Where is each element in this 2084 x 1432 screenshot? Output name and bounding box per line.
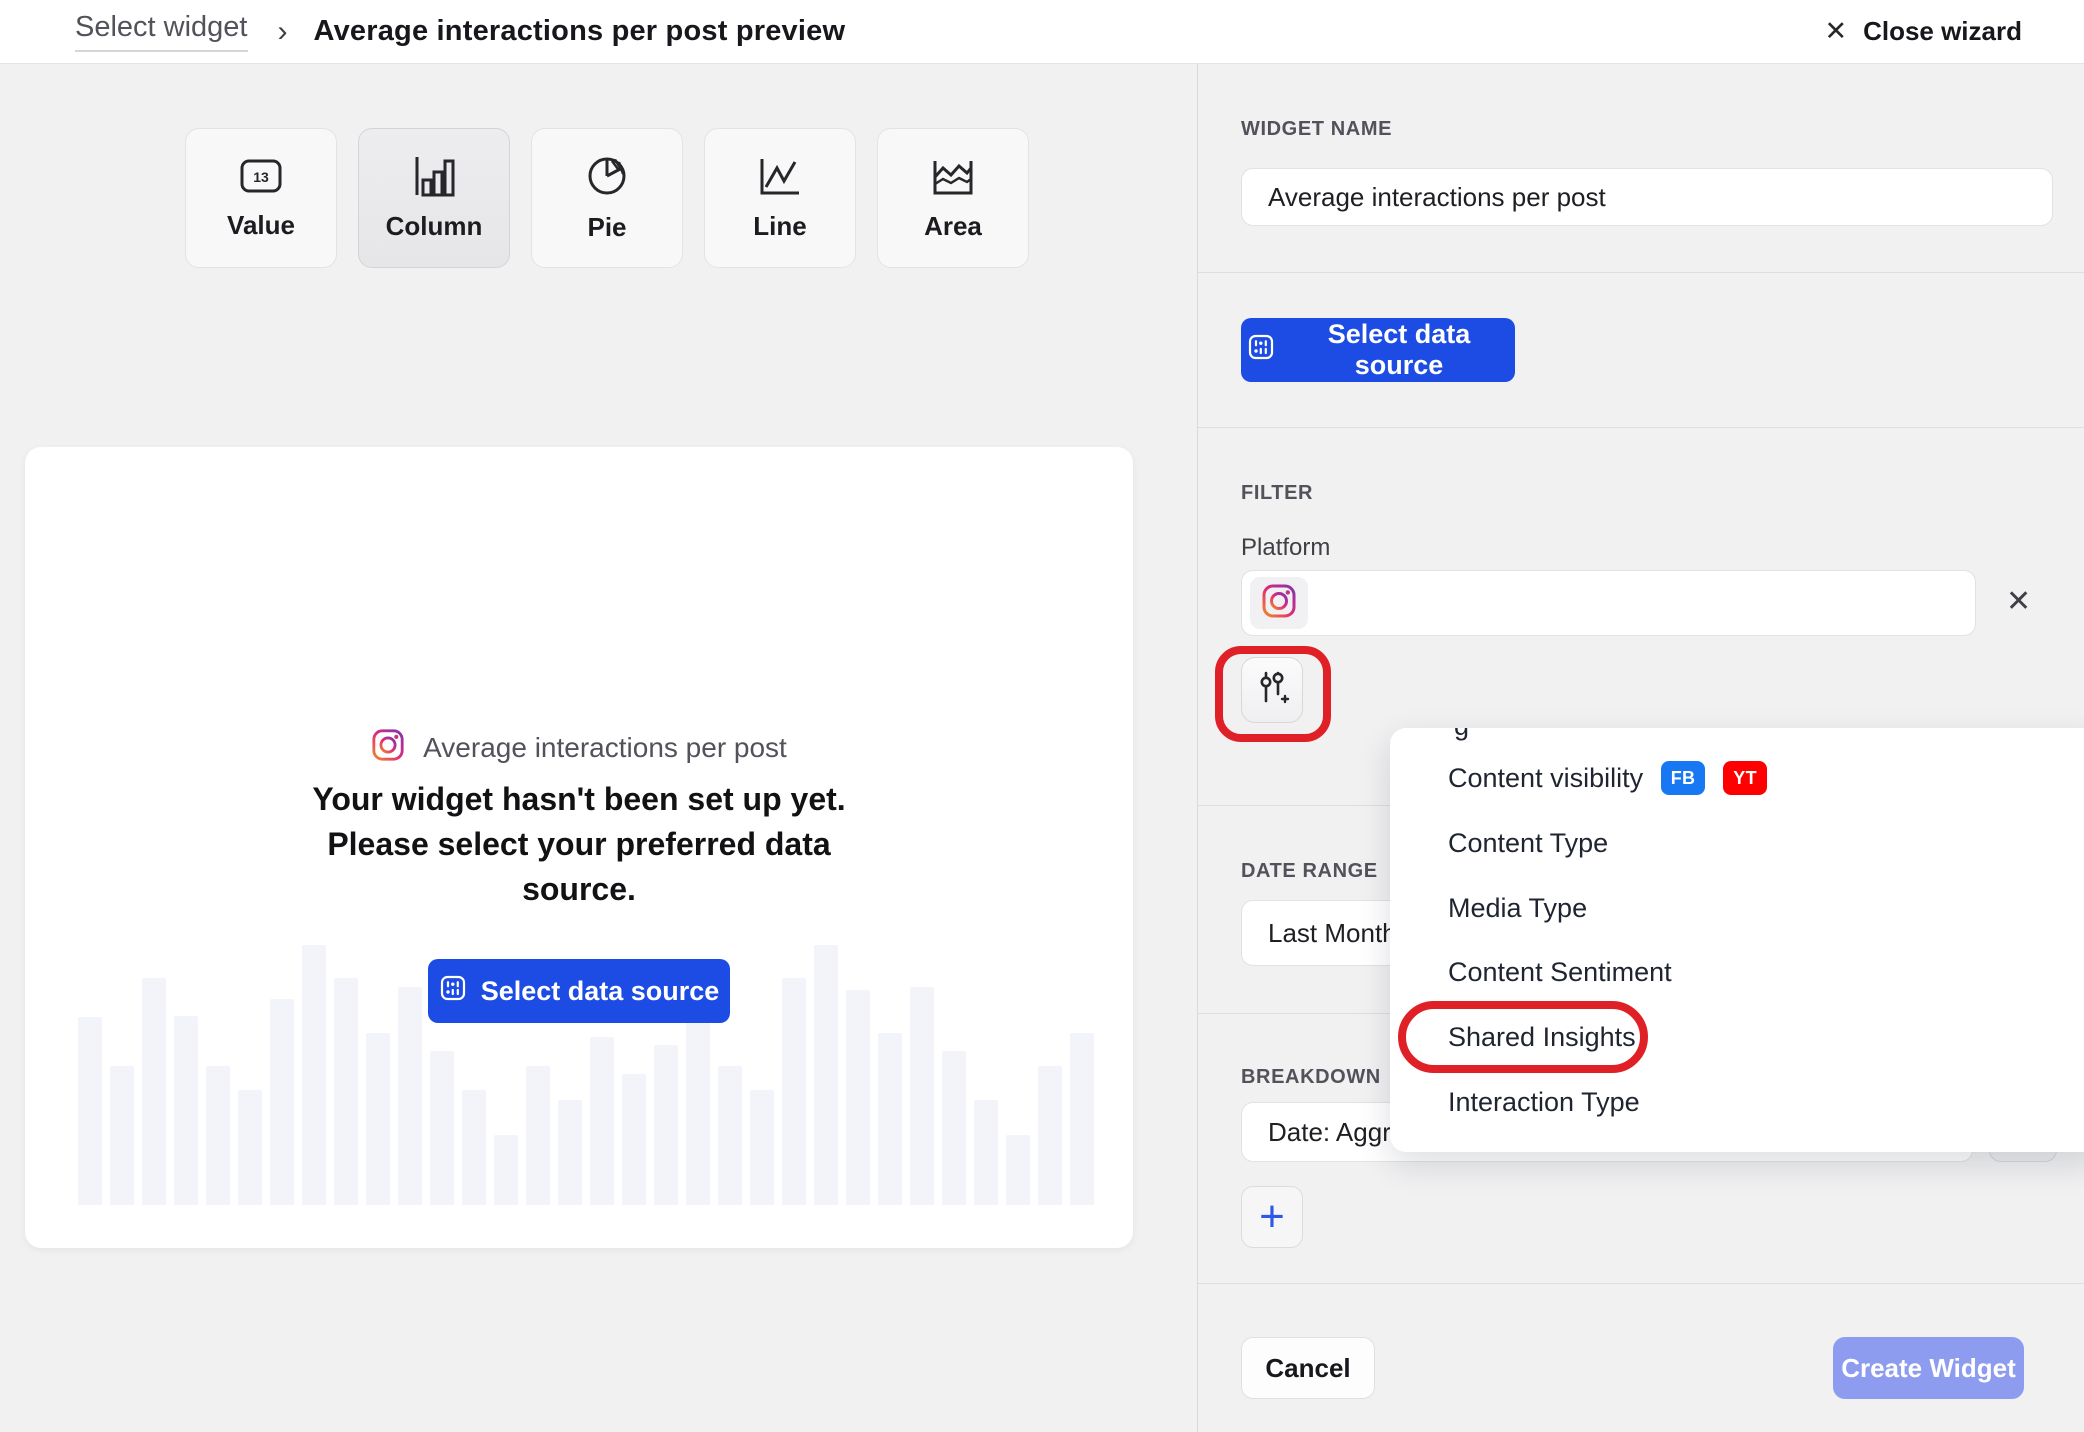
- facebook-badge: FB: [1661, 761, 1705, 795]
- dropdown-item-label: Shared Insights: [1448, 1022, 1636, 1053]
- dropdown-item-content-type[interactable]: Content Type: [1448, 823, 1608, 863]
- filter-label: FILTER: [1241, 482, 1313, 505]
- value-widget-icon: 13: [237, 156, 285, 196]
- widget-type-label: Value: [227, 210, 295, 241]
- pie-chart-icon: [585, 154, 629, 198]
- remove-platform-filter-icon[interactable]: ✕: [2006, 584, 2031, 619]
- close-icon[interactable]: ✕: [1824, 16, 1847, 47]
- breadcrumb-chevron-icon: ›: [278, 15, 288, 49]
- dropdown-item-content-visibility[interactable]: Content visibility FB YT: [1448, 758, 1767, 798]
- widget-type-selector: 13 Value Column: [185, 128, 1029, 268]
- date-range-value: Last Month: [1268, 918, 1397, 949]
- widget-type-pie[interactable]: Pie: [531, 128, 683, 268]
- breakdown-label: BREAKDOWN: [1241, 1066, 1381, 1089]
- close-wizard-button[interactable]: ✕ Close wizard: [1824, 16, 2022, 47]
- widget-preview-card: Average interactions per post Your widge…: [25, 447, 1133, 1248]
- select-data-source-button[interactable]: Select data source: [428, 959, 730, 1023]
- dropdown-item-label: Content Type: [1448, 828, 1608, 859]
- dropdown-item-partial[interactable]: g: [1454, 728, 1469, 742]
- platform-select[interactable]: [1241, 570, 1976, 636]
- page-title: Average interactions per post preview: [314, 15, 846, 48]
- dropdown-item-label: Content Sentiment: [1448, 957, 1672, 988]
- line-chart-icon: [757, 155, 803, 197]
- area-chart-icon: [930, 155, 976, 197]
- widget-wizard: Select widget › Average interactions per…: [0, 0, 2084, 1432]
- close-wizard-label: Close wizard: [1863, 16, 2022, 47]
- dropdown-item-label: Content visibility: [1448, 763, 1643, 794]
- widget-type-column[interactable]: Column: [358, 128, 510, 268]
- wizard-header: Select widget › Average interactions per…: [0, 0, 2084, 64]
- dropdown-item-content-sentiment[interactable]: Content Sentiment: [1448, 952, 1672, 992]
- dropdown-item-media-type[interactable]: Media Type: [1448, 888, 1587, 928]
- section-divider: [1198, 427, 2084, 428]
- widget-type-value[interactable]: 13 Value: [185, 128, 337, 268]
- section-divider: [1198, 1283, 2084, 1284]
- section-divider: [1198, 272, 2084, 273]
- cancel-button[interactable]: Cancel: [1241, 1337, 1375, 1399]
- select-data-source-label: Select data source: [481, 976, 720, 1007]
- sliders-plus-icon: [1254, 668, 1290, 713]
- svg-text:13: 13: [253, 169, 269, 185]
- preview-widget-title: Average interactions per post: [423, 732, 787, 764]
- widget-name-label: WIDGET NAME: [1241, 118, 1392, 141]
- column-chart-icon: [411, 155, 457, 197]
- dropdown-item-interaction-type[interactable]: Interaction Type: [1448, 1082, 1640, 1122]
- breadcrumb-select-widget[interactable]: Select widget: [75, 11, 248, 52]
- widget-type-area[interactable]: Area: [877, 128, 1029, 268]
- create-widget-button[interactable]: Create Widget: [1833, 1337, 2024, 1399]
- instagram-icon: [371, 728, 405, 767]
- widget-type-label: Column: [386, 211, 483, 242]
- dropdown-item-shared-insights[interactable]: Shared Insights: [1448, 1017, 1636, 1057]
- dropdown-item-label: Media Type: [1448, 893, 1587, 924]
- select-data-source-button[interactable]: Select data source: [1241, 318, 1515, 382]
- instagram-icon: [1261, 583, 1297, 624]
- widget-type-line[interactable]: Line: [704, 128, 856, 268]
- platform-label: Platform: [1241, 534, 1330, 562]
- widget-type-label: Line: [753, 211, 806, 242]
- widget-name-input[interactable]: [1241, 168, 2053, 226]
- widget-type-label: Pie: [587, 212, 626, 243]
- dropdown-item-label: Interaction Type: [1448, 1087, 1640, 1118]
- data-source-icon: [439, 974, 467, 1009]
- data-source-icon: [1247, 333, 1275, 368]
- add-filter-button[interactable]: [1241, 657, 1303, 723]
- widget-type-label: Area: [924, 211, 982, 242]
- date-range-label: DATE RANGE: [1241, 860, 1378, 883]
- filter-options-dropdown: g Content visibility FB YT Content Type …: [1390, 728, 2084, 1152]
- empty-state-message: Your widget hasn't been set up yet. Plea…: [279, 777, 879, 911]
- select-data-source-label: Select data source: [1289, 319, 1509, 381]
- add-breakdown-button[interactable]: +: [1241, 1186, 1303, 1248]
- platform-chip: [1250, 577, 1308, 629]
- youtube-badge: YT: [1723, 761, 1767, 795]
